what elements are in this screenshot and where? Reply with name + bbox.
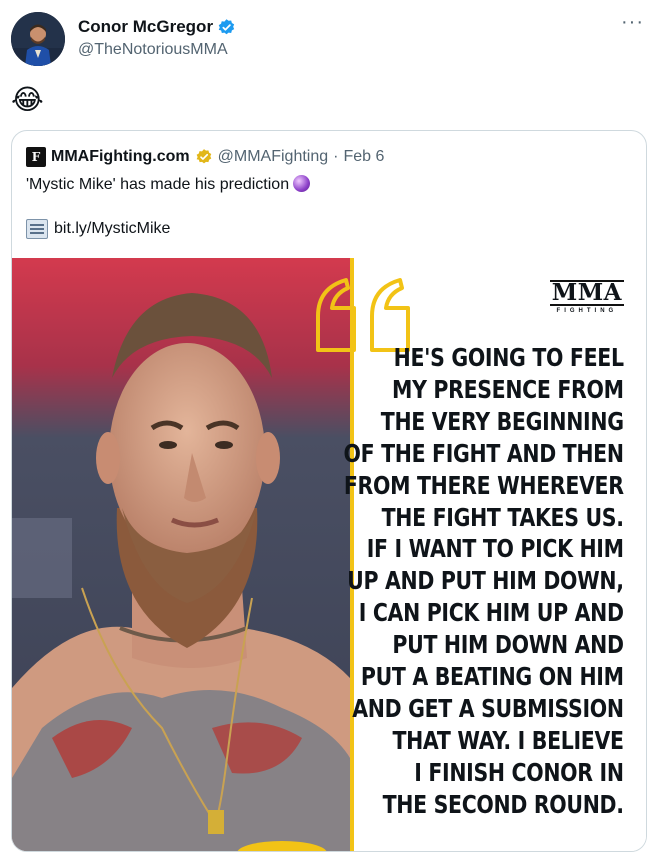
gold-verified-badge-icon — [196, 149, 211, 164]
quote-line: OF THE FIGHT AND THEN — [343, 438, 625, 468]
fighter-photo — [12, 258, 350, 851]
quote-line: I FINISH CONOR IN — [414, 757, 625, 787]
quote-line: UP AND PUT HIM DOWN, — [347, 566, 624, 596]
newspaper-icon — [26, 219, 48, 239]
post-avatar[interactable] — [11, 12, 65, 66]
quote-line: THE VERY BEGINNING — [381, 406, 624, 436]
author-handle[interactable]: @TheNotoriousMMA — [78, 41, 228, 59]
quote-line: THE FIGHT TAKES US. — [381, 502, 624, 532]
author-name[interactable]: Conor McGregor — [78, 17, 213, 37]
quote-line: I CAN PICK HIM UP AND — [359, 598, 624, 628]
quote-line: IF I WANT TO PICK HIM — [367, 534, 624, 564]
verified-badge-icon — [218, 18, 235, 34]
quoted-text: 'Mystic Mike' has made his prediction — [26, 176, 290, 193]
quote-line: THE SECOND ROUND. — [382, 789, 624, 819]
quoted-author-logo[interactable]: F — [26, 147, 46, 167]
quoted-link[interactable]: bit.ly/MysticMike — [54, 220, 170, 238]
quoted-post-card[interactable]: F MMAFighting.com @MMAFighting · Feb 6 '… — [11, 130, 647, 852]
mma-fighting-logo: MMA FIGHTING — [549, 279, 624, 314]
quote-line: PUT HIM DOWN AND — [392, 630, 625, 660]
separator-dot: · — [333, 148, 339, 165]
quote-line: AND GET A SUBMISSION — [352, 693, 625, 723]
quote-line: MY PRESENCE FROM — [392, 374, 624, 404]
quote-line: FROM THERE WHEREVER — [344, 470, 624, 500]
quoted-date[interactable]: Feb 6 — [343, 148, 384, 166]
quote-line: HE'S GOING TO FEEL — [393, 343, 624, 372]
crystal-ball-icon — [293, 175, 311, 192]
post-text: 😂 — [11, 84, 44, 115]
more-options-icon[interactable]: ··· — [621, 12, 644, 32]
quoted-author-name[interactable]: MMAFighting.com — [51, 148, 190, 166]
quoted-image[interactable]: MMA FIGHTING HE'S GOING TO FEEL MY PRESE… — [12, 258, 646, 851]
quote-line: PUT A BEATING ON HIM — [361, 662, 624, 692]
quote-line: THAT WAY. I BELIEVE — [392, 725, 625, 755]
quoted-author-handle[interactable]: @MMAFighting — [218, 148, 329, 166]
quote-text-block: HE'S GOING TO FEEL MY PRESENCE FROM THE … — [343, 342, 625, 821]
